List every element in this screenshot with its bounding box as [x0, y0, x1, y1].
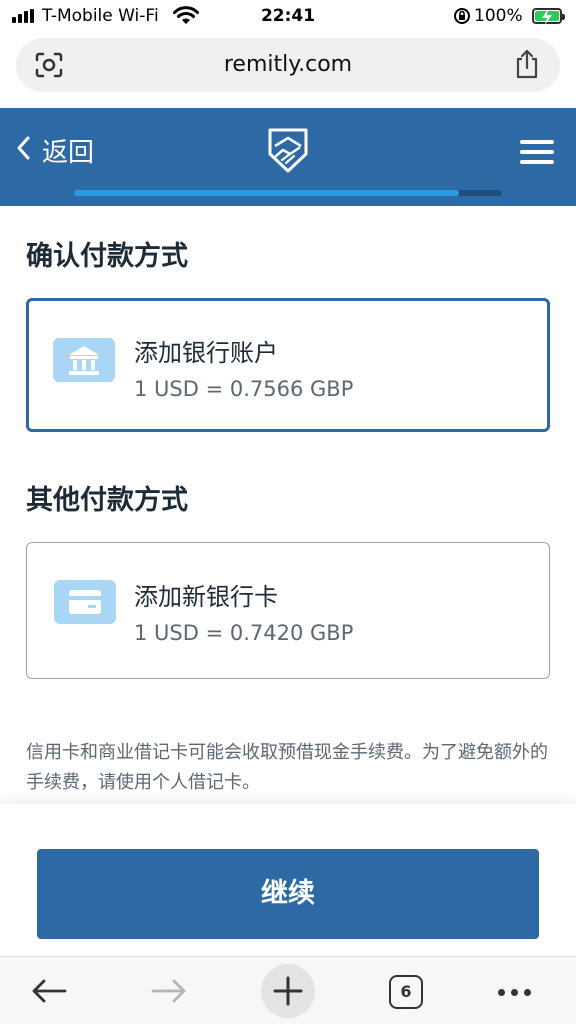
fee-notice: 信用卡和商业借记卡可能会收取预借现金手续费。为了避免额外的手续费，请使用个人借记…	[26, 742, 548, 793]
browser-toolbar: 6	[0, 956, 576, 1024]
payment-option-bank-card[interactable]: 添加新银行卡 1 USD = 0.7420 GBP	[26, 542, 550, 679]
url-text: remitly.com	[223, 52, 353, 77]
section-title-confirmed: 确认付款方式	[26, 241, 188, 272]
exchange-rate: 1 USD = 0.7566 GBP	[134, 377, 354, 401]
status-bar: T-Mobile Wi-Fi 22:41 100%	[0, 0, 576, 34]
progress-fill	[74, 190, 460, 196]
payment-option-title: 添加银行账户	[134, 339, 278, 367]
plus-icon	[273, 976, 303, 1006]
payment-option-title: 添加新银行卡	[134, 583, 278, 611]
bottom-action-panel: 继续	[0, 804, 576, 956]
chevron-left-icon	[16, 136, 30, 164]
tabs-button[interactable]: 6	[389, 975, 423, 1009]
address-bar[interactable]: remitly.com	[16, 38, 560, 92]
browser-back-icon[interactable]	[22, 957, 76, 1024]
credit-card-icon	[54, 580, 116, 624]
share-icon[interactable]	[514, 48, 540, 84]
back-label: 返回	[42, 137, 95, 168]
back-button[interactable]: 返回	[16, 132, 94, 168]
progress-bar	[74, 190, 502, 196]
app-header: 返回	[0, 108, 576, 206]
bank-icon	[53, 338, 115, 382]
browser-forward-icon[interactable]	[142, 957, 196, 1024]
remitly-logo-icon[interactable]	[266, 126, 310, 178]
section-title-other: 其他付款方式	[26, 485, 188, 516]
menu-icon[interactable]	[520, 140, 554, 164]
browser-address-area: remitly.com	[0, 34, 576, 108]
new-tab-button[interactable]	[261, 964, 315, 1018]
exchange-rate: 1 USD = 0.7420 GBP	[134, 621, 354, 645]
continue-button[interactable]: 继续	[37, 849, 539, 939]
battery-percentage: 100%	[474, 6, 523, 26]
payment-option-bank-account[interactable]: 添加银行账户 1 USD = 0.7566 GBP	[26, 298, 550, 432]
battery-icon	[532, 8, 565, 25]
rotation-lock-icon	[453, 7, 471, 29]
